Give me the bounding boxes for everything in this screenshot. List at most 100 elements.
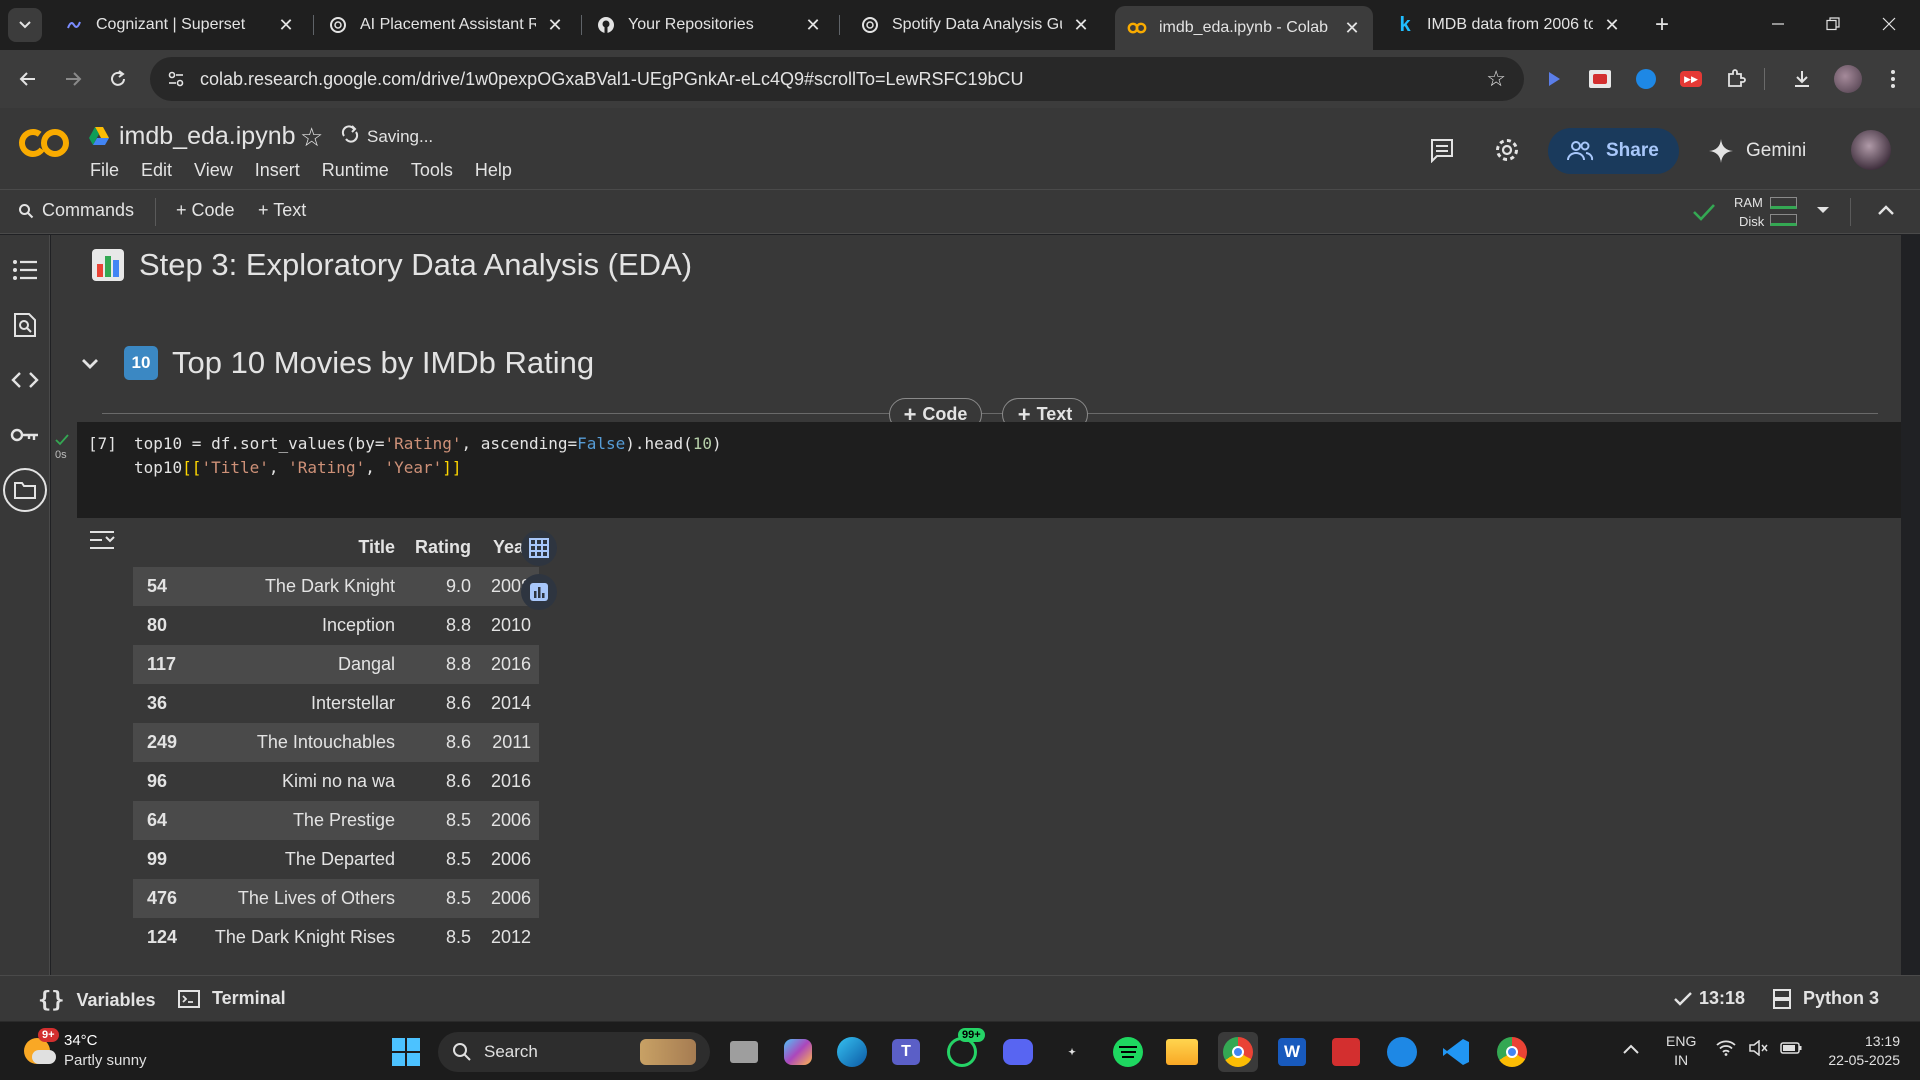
- notebook-filename[interactable]: imdb_eda.ipynb: [119, 122, 296, 151]
- extension-blue-icon[interactable]: [1632, 65, 1660, 93]
- weather-widget[interactable]: 9+ 34°C Partly sunny: [20, 1028, 160, 1072]
- superset-icon: [64, 15, 84, 35]
- comments-button[interactable]: [1424, 132, 1460, 168]
- files-button[interactable]: [3, 468, 47, 512]
- commands-button[interactable]: Commands: [18, 200, 134, 221]
- discord-icon[interactable]: [998, 1032, 1038, 1072]
- code-snippets-button[interactable]: [5, 360, 45, 400]
- restore-button[interactable]: [1810, 6, 1856, 42]
- browser-tab-ai-placement[interactable]: AI Placement Assistant Rep ✕: [316, 8, 576, 42]
- hotstar-icon[interactable]: ✦: [1052, 1032, 1092, 1072]
- star-icon[interactable]: ☆: [1486, 66, 1506, 92]
- close-window-button[interactable]: [1866, 6, 1912, 42]
- reload-button[interactable]: [100, 61, 136, 97]
- taskbar-search-box[interactable]: Search: [438, 1032, 710, 1072]
- start-button[interactable]: [386, 1032, 426, 1072]
- openai-icon: [860, 15, 880, 35]
- gemini-button[interactable]: Gemini: [1708, 128, 1818, 174]
- collapse-header-button[interactable]: [1877, 202, 1895, 223]
- extension-youtube-icon[interactable]: ▶▶: [1677, 65, 1705, 93]
- browser-tab-colab[interactable]: imdb_eda.ipynb - Colab ✕: [1115, 6, 1373, 50]
- clock[interactable]: 13:19 22-05-2025: [1818, 1032, 1900, 1070]
- close-icon[interactable]: ✕: [804, 15, 822, 36]
- new-tab-button[interactable]: +: [1645, 10, 1679, 40]
- profile-avatar[interactable]: [1834, 65, 1862, 93]
- convert-to-table-button[interactable]: [521, 530, 557, 566]
- row-index: 99: [147, 849, 168, 869]
- menu-view[interactable]: View: [194, 160, 233, 180]
- account-avatar[interactable]: [1851, 130, 1891, 170]
- extension-play-icon[interactable]: [1540, 65, 1568, 93]
- suggest-charts-button[interactable]: [521, 574, 557, 610]
- chrome-profile-icon[interactable]: [1492, 1032, 1532, 1072]
- whatsapp-icon[interactable]: 99+: [942, 1028, 985, 1072]
- menu-tools[interactable]: Tools: [411, 160, 453, 180]
- row-index: 249: [133, 723, 187, 762]
- last-execution-status[interactable]: 13:18: [1673, 988, 1745, 1009]
- runtime-dropdown-button[interactable]: [1815, 202, 1831, 223]
- sync-app-icon[interactable]: [1382, 1032, 1422, 1072]
- row-index: 124: [147, 927, 178, 947]
- spotify-icon[interactable]: [1108, 1032, 1148, 1072]
- settings-button[interactable]: [1489, 132, 1525, 168]
- edge-icon[interactable]: [832, 1032, 872, 1072]
- downloads-button[interactable]: [1788, 65, 1816, 93]
- chrome-icon[interactable]: [1218, 1032, 1258, 1072]
- more-vert-icon: [1891, 70, 1895, 88]
- secrets-button[interactable]: [5, 415, 45, 455]
- output-actions-button[interactable]: [89, 529, 115, 556]
- show-hidden-icons-button[interactable]: [1622, 1042, 1640, 1060]
- add-code-cell-button[interactable]: + Code: [176, 200, 235, 221]
- acrobat-icon[interactable]: [1326, 1032, 1366, 1072]
- key-icon: [10, 428, 38, 442]
- close-icon[interactable]: ✕: [277, 15, 295, 36]
- kernel-status[interactable]: Python 3: [1773, 988, 1879, 1009]
- file-explorer-icon[interactable]: [1162, 1032, 1202, 1072]
- menu-file[interactable]: File: [90, 160, 119, 180]
- terminal-button[interactable]: Terminal: [178, 988, 286, 1009]
- tab-title: IMDB data from 2006 to 2016: [1427, 16, 1593, 33]
- star-icon[interactable]: ☆: [300, 122, 323, 153]
- connected-check-icon: [1692, 202, 1716, 227]
- back-button[interactable]: [10, 61, 46, 97]
- site-info-icon[interactable]: [166, 69, 186, 89]
- teams-icon[interactable]: T: [886, 1032, 926, 1072]
- extension-red-icon[interactable]: [1586, 65, 1614, 93]
- language-indicator[interactable]: ENG IN: [1666, 1032, 1696, 1070]
- extensions-puzzle-icon[interactable]: [1722, 65, 1750, 93]
- command-bar: Commands + Code + Text RAM Disk: [0, 190, 1920, 234]
- menu-help[interactable]: Help: [475, 160, 512, 180]
- forward-button[interactable]: [55, 61, 91, 97]
- copilot-icon[interactable]: [778, 1032, 818, 1072]
- close-icon[interactable]: ✕: [1072, 15, 1090, 36]
- task-view-icon[interactable]: [724, 1032, 764, 1072]
- colab-logo[interactable]: [18, 126, 70, 162]
- menu-runtime[interactable]: Runtime: [322, 160, 389, 180]
- browser-menu-button[interactable]: [1878, 63, 1908, 95]
- close-icon[interactable]: ✕: [1343, 18, 1361, 39]
- address-bar[interactable]: colab.research.google.com/drive/1w0pexpO…: [150, 57, 1524, 101]
- close-icon[interactable]: ✕: [546, 15, 564, 36]
- vscode-icon[interactable]: [1436, 1032, 1476, 1072]
- code-cell[interactable]: [7] top10 = df.sort_values(by='Rating', …: [77, 422, 1901, 518]
- table-of-contents-button[interactable]: [5, 250, 45, 290]
- variables-button[interactable]: {} Variables: [38, 988, 156, 1013]
- word-icon[interactable]: W: [1272, 1032, 1312, 1072]
- code-editor[interactable]: top10 = df.sort_values(by='Rating', asce…: [134, 432, 722, 480]
- system-tray[interactable]: [1716, 1040, 1802, 1056]
- add-text-cell-button[interactable]: + Text: [258, 200, 306, 221]
- share-button[interactable]: Share: [1548, 128, 1679, 174]
- browser-tab-repositories[interactable]: Your Repositories ✕: [584, 8, 834, 42]
- browser-tab-spotify-guide[interactable]: Spotify Data Analysis Guide ✕: [848, 8, 1102, 42]
- tab-search-button[interactable]: [8, 8, 42, 42]
- close-icon[interactable]: ✕: [1603, 15, 1621, 36]
- browser-tab-kaggle[interactable]: k IMDB data from 2006 to 2016 ✕: [1383, 8, 1633, 42]
- resource-monitor[interactable]: RAM Disk: [1730, 192, 1802, 232]
- find-replace-button[interactable]: [5, 305, 45, 345]
- tab-title: Your Repositories: [628, 16, 754, 33]
- minimize-button[interactable]: [1755, 6, 1801, 42]
- browser-tab-superset[interactable]: Cognizant | Superset ✕: [52, 8, 307, 42]
- collapse-section-button[interactable]: [81, 357, 99, 376]
- menu-edit[interactable]: Edit: [141, 160, 172, 180]
- menu-insert[interactable]: Insert: [255, 160, 300, 180]
